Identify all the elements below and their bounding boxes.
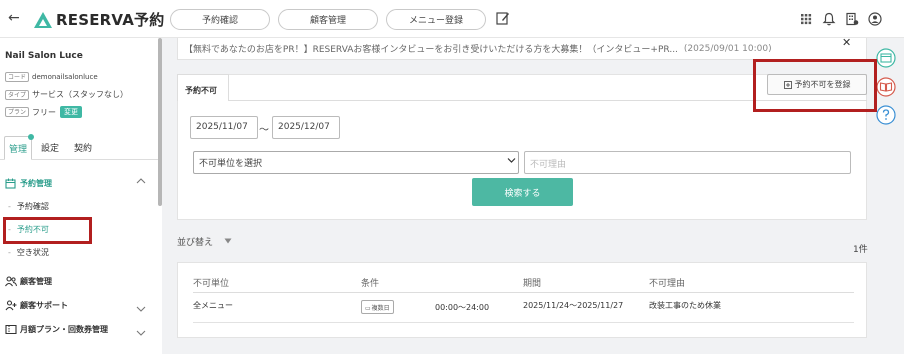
help-icon[interactable] bbox=[876, 105, 896, 125]
nav-customer-management[interactable]: 顧客管理 bbox=[278, 9, 378, 30]
salon-type: サービス（スタッフなし） bbox=[32, 90, 129, 99]
code-tag: コード bbox=[5, 72, 30, 82]
sidebar-group-support[interactable]: 顧客サポート bbox=[5, 300, 68, 311]
dash-glyph: - bbox=[8, 248, 11, 257]
person-add-icon bbox=[5, 300, 17, 311]
window-icon[interactable] bbox=[876, 48, 896, 68]
sidebar-item-label: 予約確認 bbox=[16, 202, 49, 211]
salon-code-row: コード demonailsalonluce bbox=[5, 72, 98, 82]
nav-menu-register[interactable]: メニュー登録 bbox=[386, 9, 486, 30]
reason-input[interactable]: 不可理由 bbox=[524, 151, 851, 174]
chevron-down-icon bbox=[507, 158, 516, 163]
sidebar: Nail Salon Luce コード demonailsalonluce タイ… bbox=[0, 38, 162, 354]
column-header-unit: 不可単位 bbox=[193, 279, 230, 289]
plan-tag: プラン bbox=[5, 107, 30, 117]
calendar-icon bbox=[5, 178, 16, 189]
logo-mark-icon bbox=[34, 11, 52, 28]
ticket-icon bbox=[5, 324, 17, 335]
cell-unit: 全メニュー bbox=[193, 301, 233, 310]
sidebar-item-availability[interactable]: - 空き状況 bbox=[8, 247, 49, 258]
sidebar-scrollbar[interactable] bbox=[158, 38, 162, 206]
search-button[interactable]: 検索する bbox=[472, 178, 573, 206]
column-header-condition: 条件 bbox=[361, 279, 380, 289]
building-icon[interactable] bbox=[845, 12, 859, 26]
sidebar-group-plan[interactable]: 月額プラン・回数券管理 bbox=[5, 324, 108, 335]
highlight-frame-sidebar bbox=[3, 217, 92, 244]
sidebar-group-customer[interactable]: 顧客管理 bbox=[5, 276, 52, 287]
table-row-divider bbox=[193, 322, 854, 323]
sidebar-group-plan-label: 月額プラン・回数券管理 bbox=[20, 325, 108, 334]
sidebar-item-reservation-check[interactable]: - 予約確認 bbox=[8, 201, 49, 212]
condition-badge-label: 複数日 bbox=[371, 305, 390, 312]
nav-reservation-check[interactable]: 予約確認 bbox=[170, 9, 270, 30]
condition-badge: ▭複数日 bbox=[361, 300, 394, 314]
tab-settings[interactable]: 設定 bbox=[41, 141, 59, 154]
unit-select[interactable]: 不可単位を選択 bbox=[193, 151, 519, 174]
chevron-down-icon[interactable] bbox=[136, 329, 146, 337]
grid-icon[interactable] bbox=[799, 12, 813, 26]
results-table bbox=[177, 262, 867, 338]
sidebar-group-reservation[interactable]: 予約管理 bbox=[5, 178, 52, 189]
announcement-bar[interactable]: 【無料であなたのお店をPR！】RESERVAお客様インタビューをお引き受けいただ… bbox=[177, 38, 867, 60]
column-header-period: 期間 bbox=[523, 279, 542, 289]
cell-time: 00:00〜24:00 bbox=[435, 303, 490, 312]
salon-name: Nail Salon Luce bbox=[5, 51, 83, 61]
book-icon[interactable] bbox=[876, 77, 896, 97]
salon-type-row: タイプ サービス（スタッフなし） bbox=[5, 89, 128, 100]
back-arrow-icon[interactable]: ← bbox=[8, 10, 20, 26]
date-to-input[interactable]: 2025/12/07 bbox=[272, 116, 340, 139]
sidebar-tabs: 管理 設定 契約 bbox=[0, 134, 158, 160]
chevron-up-icon[interactable] bbox=[136, 177, 146, 185]
salon-plan-row: プラン フリー 変更 bbox=[5, 106, 83, 118]
sidebar-group-reservation-label: 予約管理 bbox=[20, 179, 52, 188]
account-icon[interactable] bbox=[868, 12, 882, 26]
sidebar-group-support-label: 顧客サポート bbox=[20, 301, 68, 310]
caret-down-icon[interactable] bbox=[224, 238, 232, 244]
column-header-reason: 不可理由 bbox=[649, 279, 686, 289]
reserva-logo[interactable]: RESERVA予約 bbox=[34, 9, 164, 30]
announcement-text: 【無料であなたのお店をPR！】RESERVAお客様インタビューをお引き受けいただ… bbox=[184, 45, 678, 55]
announcement-close-icon[interactable]: ✕ bbox=[842, 36, 851, 49]
sidebar-group-customer-label: 顧客管理 bbox=[20, 277, 52, 286]
tab-management[interactable]: 管理 bbox=[4, 134, 35, 160]
salon-code: demonailsalonluce bbox=[32, 73, 98, 81]
notification-dot bbox=[28, 134, 35, 140]
tab-management-label: 管理 bbox=[9, 145, 28, 155]
salon-plan: フリー bbox=[32, 107, 57, 117]
type-tag: タイプ bbox=[5, 89, 30, 100]
cell-period: 2025/11/24〜2025/11/27 bbox=[523, 301, 624, 310]
result-count: 1件 bbox=[853, 245, 868, 255]
tab-unavailable[interactable]: 予約不可 bbox=[177, 74, 229, 101]
sort-dropdown[interactable]: 並び替え bbox=[177, 235, 213, 248]
table-header-divider bbox=[193, 292, 854, 293]
people-icon bbox=[5, 276, 17, 287]
edit-icon[interactable] bbox=[496, 11, 510, 25]
dash-glyph: - bbox=[8, 202, 11, 211]
plan-change-button[interactable]: 変更 bbox=[60, 106, 83, 118]
bell-icon[interactable] bbox=[822, 12, 836, 26]
date-range-separator: 〜 bbox=[259, 125, 269, 136]
date-from-input[interactable]: 2025/11/07 bbox=[190, 116, 258, 139]
logo-text: RESERVA予約 bbox=[56, 11, 165, 29]
tab-contract[interactable]: 契約 bbox=[74, 141, 92, 154]
sidebar-item-label: 空き状況 bbox=[16, 248, 49, 257]
calendar-small-icon: ▭ bbox=[365, 305, 371, 312]
cell-reason: 改装工事のため休業 bbox=[649, 301, 721, 310]
app-header: ← RESERVA予約 予約確認 顧客管理 メニュー登録 bbox=[0, 0, 904, 38]
highlight-frame-register bbox=[753, 59, 877, 112]
announcement-date: (2025/09/01 10:00) bbox=[683, 43, 772, 54]
chevron-down-icon[interactable] bbox=[136, 305, 146, 313]
